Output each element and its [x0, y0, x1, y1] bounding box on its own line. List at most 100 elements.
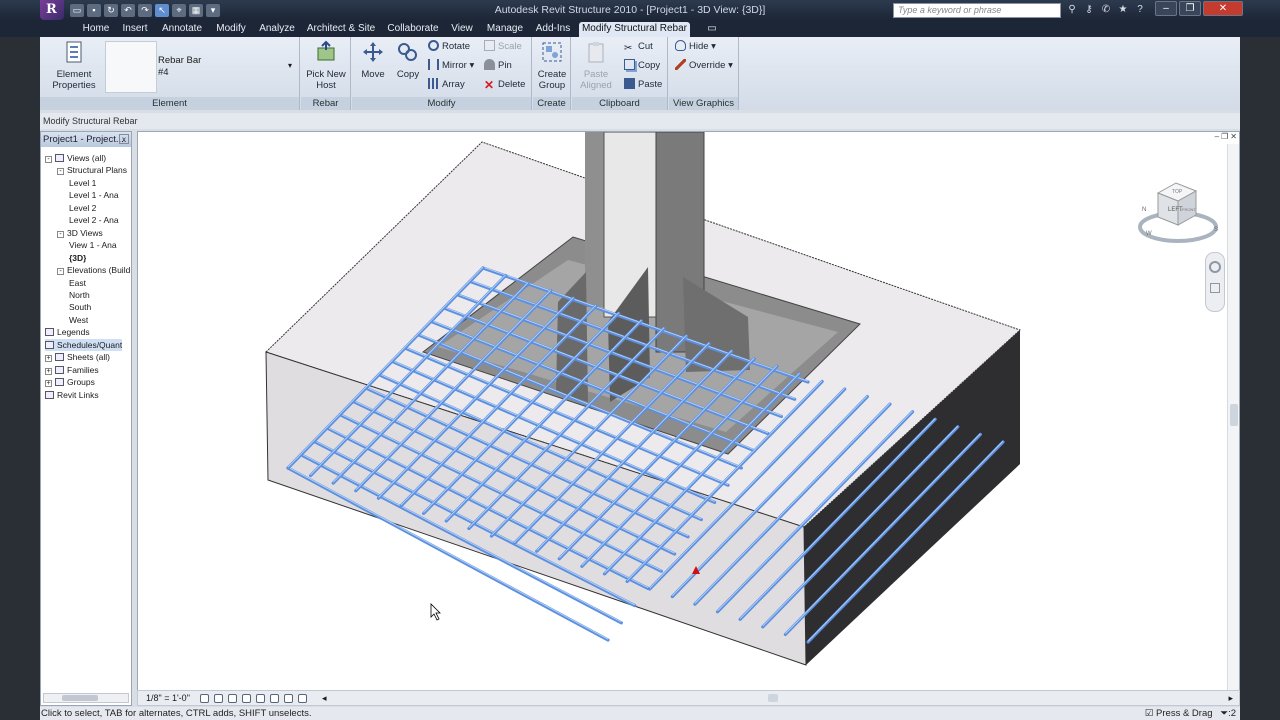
binoculars-icon[interactable]: ⚲	[1066, 3, 1078, 16]
browser-item[interactable]: - Structural Plans	[57, 164, 127, 176]
undo-icon[interactable]: ↶	[121, 3, 135, 17]
collapse-icon[interactable]: -	[57, 168, 64, 176]
viewport-vertical-scrollbar[interactable]	[1227, 144, 1239, 692]
unlock-view-icon[interactable]	[270, 694, 279, 703]
browser-item[interactable]: -3D Views	[57, 227, 103, 239]
tab-view[interactable]: View	[447, 22, 477, 37]
detail-level-icon[interactable]	[200, 694, 209, 703]
save-icon[interactable]: ▪	[87, 3, 101, 17]
paste-button[interactable]: Paste	[624, 78, 662, 92]
browser-item[interactable]: Level 2 - Ana	[69, 214, 119, 226]
expand-icon[interactable]: +	[45, 367, 52, 375]
measure-icon[interactable]: ⌖	[172, 3, 186, 17]
expand-icon[interactable]: +	[45, 380, 52, 388]
browser-item[interactable]: + Groups	[45, 376, 95, 388]
browser-item[interactable]: South	[69, 301, 91, 313]
tab-home[interactable]: Home	[78, 22, 114, 37]
ribbon-minimize-icon[interactable]: ▭	[704, 22, 720, 37]
customize-dropdown-icon[interactable]: ▾	[206, 3, 220, 17]
selection-filter-icon[interactable]: ⏷	[1220, 708, 1228, 719]
browser-item[interactable]: Revit Links	[45, 389, 99, 401]
mirror-button[interactable]: Mirror ▾	[428, 59, 474, 73]
browser-item[interactable]: East	[69, 277, 86, 289]
copy-clipboard-button[interactable]: Copy	[624, 59, 660, 73]
drawing-area-3d-view[interactable]: – ❐ ✕ LEFT TOP FRONT N W S	[137, 131, 1240, 706]
press-drag-checkbox[interactable]: ☑ Press & Drag	[1145, 708, 1213, 719]
collapse-icon[interactable]: -	[57, 230, 64, 238]
browser-item[interactable]: + Families	[45, 364, 99, 376]
view-close-icon[interactable]: ✕	[1230, 132, 1237, 141]
crop-view-icon[interactable]	[242, 694, 251, 703]
element-properties-button[interactable]: Element Properties	[46, 40, 102, 91]
browser-item[interactable]: + Sheets (all)	[45, 351, 110, 363]
hide-button[interactable]: Hide ▾	[675, 40, 716, 54]
browser-item[interactable]: Legends	[45, 326, 90, 338]
browser-item[interactable]: {3D}	[69, 252, 86, 264]
viewport-scroll-thumb[interactable]	[1230, 404, 1238, 426]
zoom-icon[interactable]	[1210, 283, 1220, 293]
view-scale[interactable]: 1/8" = 1'-0"	[146, 691, 190, 705]
browser-item[interactable]: View 1 - Ana	[69, 239, 117, 251]
steering-wheel-icon[interactable]	[1209, 261, 1221, 273]
favorites-star-icon[interactable]: ★	[1117, 3, 1129, 16]
sync-icon[interactable]: ↻	[104, 3, 118, 17]
switch-windows-icon[interactable]: ▦	[189, 3, 203, 17]
paste-aligned-button[interactable]: Paste Aligned	[576, 40, 616, 91]
tab-collaborate[interactable]: Collaborate	[384, 22, 442, 37]
tab-annotate[interactable]: Annotate	[158, 22, 206, 37]
pick-new-host-button[interactable]: Pick New Host	[303, 40, 349, 91]
pin-button[interactable]: Pin	[484, 59, 512, 73]
navigation-bar[interactable]	[1205, 252, 1225, 312]
restore-icon[interactable]: ❐	[1179, 1, 1201, 16]
browser-scroll-thumb[interactable]	[62, 695, 98, 701]
browser-scrollbar[interactable]	[43, 693, 129, 703]
tab-manage[interactable]: Manage	[483, 22, 527, 37]
browser-item[interactable]: - Views (all)	[45, 152, 106, 164]
open-icon[interactable]: ▭	[70, 3, 84, 17]
close-icon[interactable]: x	[119, 134, 129, 144]
override-button[interactable]: Override ▾	[675, 59, 733, 73]
tab-analyze[interactable]: Analyze	[256, 22, 298, 37]
subscription-icon[interactable]: ⚷	[1083, 3, 1095, 16]
type-dropdown-icon[interactable]: ▾	[288, 61, 292, 70]
temporary-hide-icon[interactable]	[284, 694, 293, 703]
type-selector-name[interactable]: Rebar Bar	[158, 55, 201, 66]
browser-item[interactable]: Level 1	[69, 177, 96, 189]
collapse-icon[interactable]: -	[57, 268, 64, 276]
viewport-horizontal-scroll-thumb[interactable]	[768, 694, 778, 702]
select-pointer-icon[interactable]: ↖	[155, 3, 169, 17]
help-icon[interactable]: ?	[1134, 3, 1146, 16]
close-icon[interactable]: ✕	[1203, 1, 1243, 16]
tab-architect-site[interactable]: Architect & Site	[304, 22, 378, 37]
scroll-right-icon[interactable]: ▸	[1228, 691, 1233, 705]
browser-item[interactable]: Schedules/Quant	[45, 338, 123, 351]
browser-item[interactable]: Level 2	[69, 202, 96, 214]
show-crop-icon[interactable]	[256, 694, 265, 703]
array-button[interactable]: Array	[428, 78, 465, 92]
browser-item[interactable]: Level 1 - Ana	[69, 189, 119, 201]
model-graphics-style-icon[interactable]	[214, 694, 223, 703]
viewcube[interactable]: LEFT TOP FRONT N W S	[1138, 175, 1228, 245]
tab-modify[interactable]: Modify	[211, 22, 251, 37]
scroll-left-icon[interactable]: ◂	[322, 691, 327, 705]
create-group-button[interactable]: Create Group	[535, 40, 569, 91]
search-input[interactable]: Type a keyword or phrase	[893, 3, 1061, 18]
expand-icon[interactable]: +	[45, 355, 52, 363]
shadows-icon[interactable]	[228, 694, 237, 703]
tab-add-ins[interactable]: Add-Ins	[533, 22, 573, 37]
rotate-button[interactable]: Rotate	[428, 40, 470, 54]
type-selector-size[interactable]: #4	[158, 67, 169, 78]
delete-button[interactable]: ✕ Delete	[484, 78, 525, 92]
tab-modify-structural-rebar[interactable]: Modify Structural Rebar	[579, 22, 690, 37]
redo-icon[interactable]: ↷	[138, 3, 152, 17]
application-menu-button[interactable]: R	[40, 0, 64, 20]
minimize-icon[interactable]: –	[1155, 1, 1177, 16]
tab-insert[interactable]: Insert	[117, 22, 153, 37]
browser-item[interactable]: - Elevations (Build	[57, 264, 130, 276]
structural-model-3d[interactable]	[138, 132, 1228, 692]
reveal-hidden-icon[interactable]	[298, 694, 307, 703]
scale-button[interactable]: Scale	[484, 40, 522, 54]
collapse-icon[interactable]: -	[45, 156, 52, 163]
move-button[interactable]: Move	[356, 40, 390, 80]
cut-button[interactable]: ✂ Cut	[624, 40, 653, 54]
